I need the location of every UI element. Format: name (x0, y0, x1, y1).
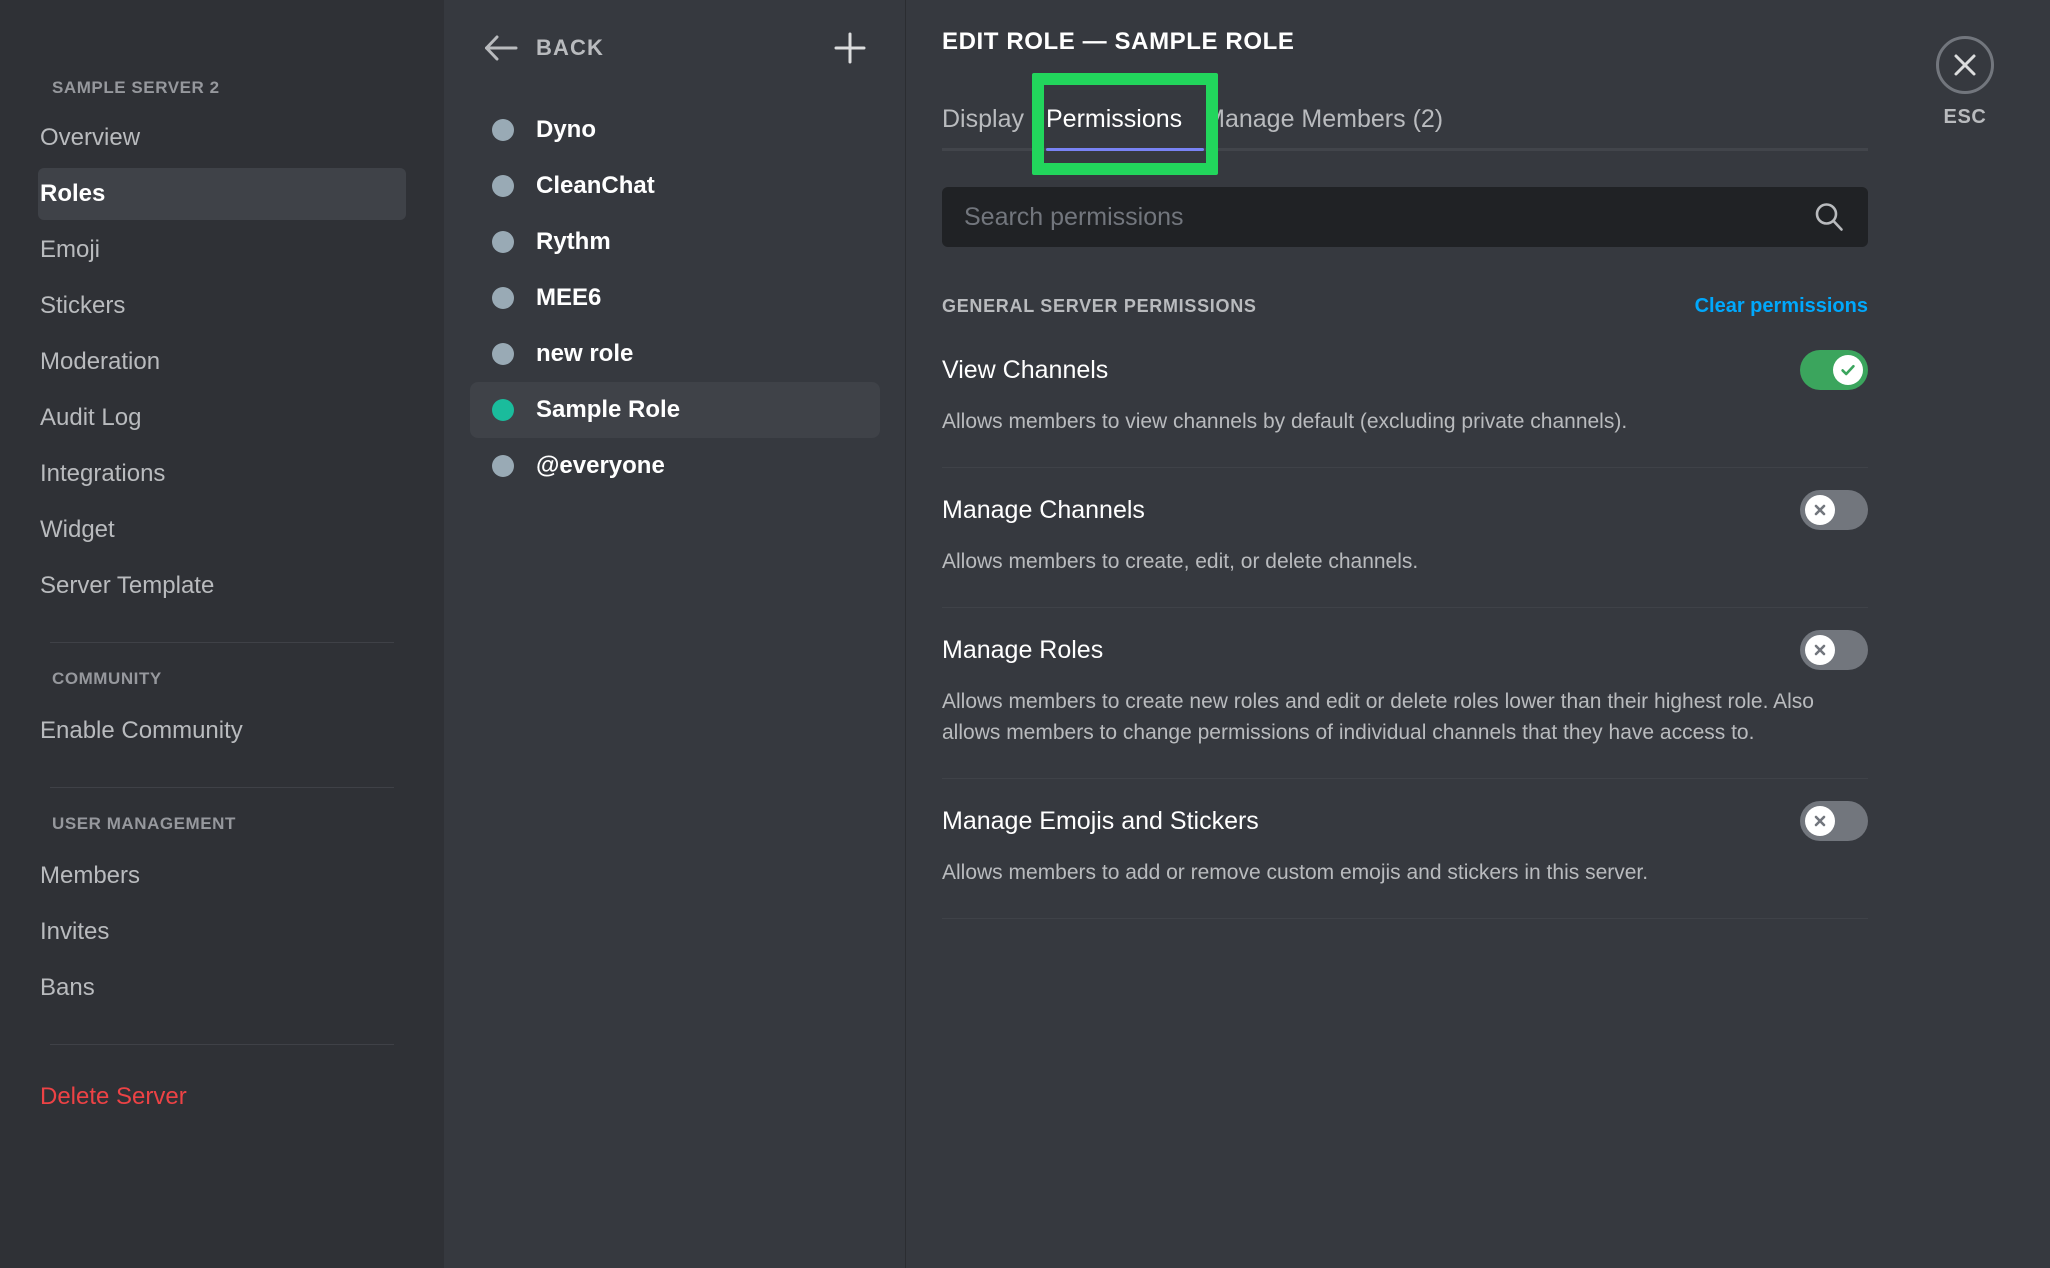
tab-wrapper: Manage Members (2) (1204, 105, 1465, 148)
plus-icon[interactable] (832, 30, 868, 66)
roles-list-panel: BACK Dyno CleanChat Rythm MEE6 new role Sampl… (444, 0, 906, 1268)
edit-role-panel: EDIT ROLE — SAMPLE ROLE DisplayPermissio… (906, 0, 2050, 1268)
role-name: Dyno (536, 116, 596, 144)
search-icon (1812, 200, 1846, 234)
role-color-dot-icon (492, 119, 514, 141)
permission-name: Manage Channels (942, 496, 1145, 525)
sidebar-item-audit-log[interactable]: Audit Log (38, 392, 406, 444)
search-permissions-box[interactable] (942, 187, 1868, 247)
sidebar-item-delete-server[interactable]: Delete Server (38, 1071, 406, 1123)
active-tab-indicator (1046, 148, 1204, 151)
permission-toggle[interactable] (1800, 350, 1868, 390)
sidebar-group-user-management: USER MANAGEMENT (50, 814, 394, 846)
tab-manage-members-2[interactable]: Manage Members (2) (1204, 105, 1465, 148)
sidebar-divider-2 (50, 787, 394, 788)
permission-row: View Channels Allows members to view chan… (942, 328, 1868, 468)
section-title: GENERAL SERVER PERMISSIONS (942, 296, 1257, 317)
permission-description: Allows members to create new roles and e… (942, 686, 1822, 748)
permissions-list: View Channels Allows members to view chan… (942, 328, 1868, 919)
sidebar-item-integrations[interactable]: Integrations (38, 448, 406, 500)
permission-header: Manage Roles (942, 630, 1868, 670)
toggle-cross-icon (1805, 635, 1835, 665)
permission-description: Allows members to create, edit, or delet… (942, 546, 1822, 577)
roles-panel-header: BACK (444, 22, 906, 74)
sidebar-item-roles[interactable]: Roles (38, 168, 406, 220)
toggle-cross-icon (1805, 495, 1835, 525)
sidebar-item-emoji[interactable]: Emoji (38, 224, 406, 276)
clear-permissions-link[interactable]: Clear permissions (1695, 295, 1868, 318)
tab-wrapper: Display (942, 105, 1046, 148)
permission-name: Manage Roles (942, 636, 1103, 665)
discord-server-settings: SAMPLE SERVER 2 OverviewRolesEmojiSticke… (0, 0, 2050, 1268)
sidebar-item-overview[interactable]: Overview (38, 112, 406, 164)
role-list-item[interactable]: @everyone (470, 438, 880, 494)
arrow-left-icon[interactable] (484, 31, 518, 65)
sidebar-divider-3 (50, 1044, 394, 1045)
back-button-label[interactable]: BACK (536, 35, 604, 61)
role-name: Rythm (536, 228, 611, 256)
permission-row: Manage Roles Allows members to create new… (942, 608, 1868, 779)
permission-row: Manage Channels Allows members to create,… (942, 468, 1868, 608)
sidebar-item-server-template[interactable]: Server Template (38, 560, 406, 612)
role-list-item[interactable]: CleanChat (470, 158, 880, 214)
sidebar-item-invites[interactable]: Invites (38, 906, 406, 958)
settings-sidebar: SAMPLE SERVER 2 OverviewRolesEmojiSticke… (0, 0, 444, 1268)
role-list-item[interactable]: Sample Role (470, 382, 880, 438)
role-color-dot-icon (492, 455, 514, 477)
role-name: @everyone (536, 452, 665, 480)
role-list-item[interactable]: MEE6 (470, 270, 880, 326)
sidebar-item-widget[interactable]: Widget (38, 504, 406, 556)
role-color-dot-icon (492, 287, 514, 309)
role-color-dot-icon (492, 399, 514, 421)
permission-name: View Channels (942, 356, 1108, 385)
role-color-dot-icon (492, 343, 514, 365)
search-input[interactable] (964, 203, 1812, 232)
close-settings-column: ESC (1880, 0, 2050, 1268)
permissions-section-header: GENERAL SERVER PERMISSIONS Clear permiss… (942, 295, 1868, 318)
esc-label: ESC (1944, 106, 1987, 129)
permission-header: Manage Channels (942, 490, 1868, 530)
tab-wrapper: Permissions (1046, 105, 1204, 148)
sidebar-nav-user-management: MembersInvitesBans (50, 850, 394, 1014)
role-name: MEE6 (536, 284, 601, 312)
permission-toggle[interactable] (1800, 630, 1868, 670)
permission-name: Manage Emojis and Stickers (942, 807, 1259, 836)
permission-row: Manage Emojis and Stickers Allows members… (942, 779, 1868, 919)
permission-header: Manage Emojis and Stickers (942, 801, 1868, 841)
sidebar-item-enable-community[interactable]: Enable Community (38, 705, 406, 757)
role-name: CleanChat (536, 172, 655, 200)
toggle-cross-icon (1805, 806, 1835, 836)
toggle-check-icon (1833, 355, 1863, 385)
role-tabs: DisplayPermissionsManage Members (2) (942, 92, 1868, 148)
sidebar-item-moderation[interactable]: Moderation (38, 336, 406, 388)
page-title: EDIT ROLE — SAMPLE ROLE (942, 28, 1294, 56)
sidebar-item-members[interactable]: Members (38, 850, 406, 902)
sidebar-item-bans[interactable]: Bans (38, 962, 406, 1014)
tab-permissions[interactable]: Permissions (1046, 105, 1204, 148)
role-list-item[interactable]: new role (470, 326, 880, 382)
sidebar-divider-1 (50, 642, 394, 643)
sidebar-nav-community: Enable Community (50, 705, 394, 757)
role-list-item[interactable]: Dyno (470, 102, 880, 158)
permission-header: View Channels (942, 350, 1868, 390)
close-icon[interactable] (1936, 36, 1994, 94)
role-color-dot-icon (492, 175, 514, 197)
role-color-dot-icon (492, 231, 514, 253)
tabs-underline (942, 148, 1868, 151)
tab-display[interactable]: Display (942, 105, 1046, 148)
permission-toggle[interactable] (1800, 801, 1868, 841)
permission-toggle[interactable] (1800, 490, 1868, 530)
permission-description: Allows members to view channels by defau… (942, 406, 1822, 437)
roles-list: Dyno CleanChat Rythm MEE6 new role Sample Rol… (444, 102, 906, 494)
server-name-header: SAMPLE SERVER 2 (50, 78, 394, 108)
role-name: new role (536, 340, 633, 368)
role-name: Sample Role (536, 396, 680, 424)
sidebar-group-community: COMMUNITY (50, 669, 394, 701)
permission-description: Allows members to add or remove custom e… (942, 857, 1822, 888)
sidebar-item-stickers[interactable]: Stickers (38, 280, 406, 332)
sidebar-nav-main: OverviewRolesEmojiStickersModerationAudi… (50, 112, 394, 612)
role-list-item[interactable]: Rythm (470, 214, 880, 270)
